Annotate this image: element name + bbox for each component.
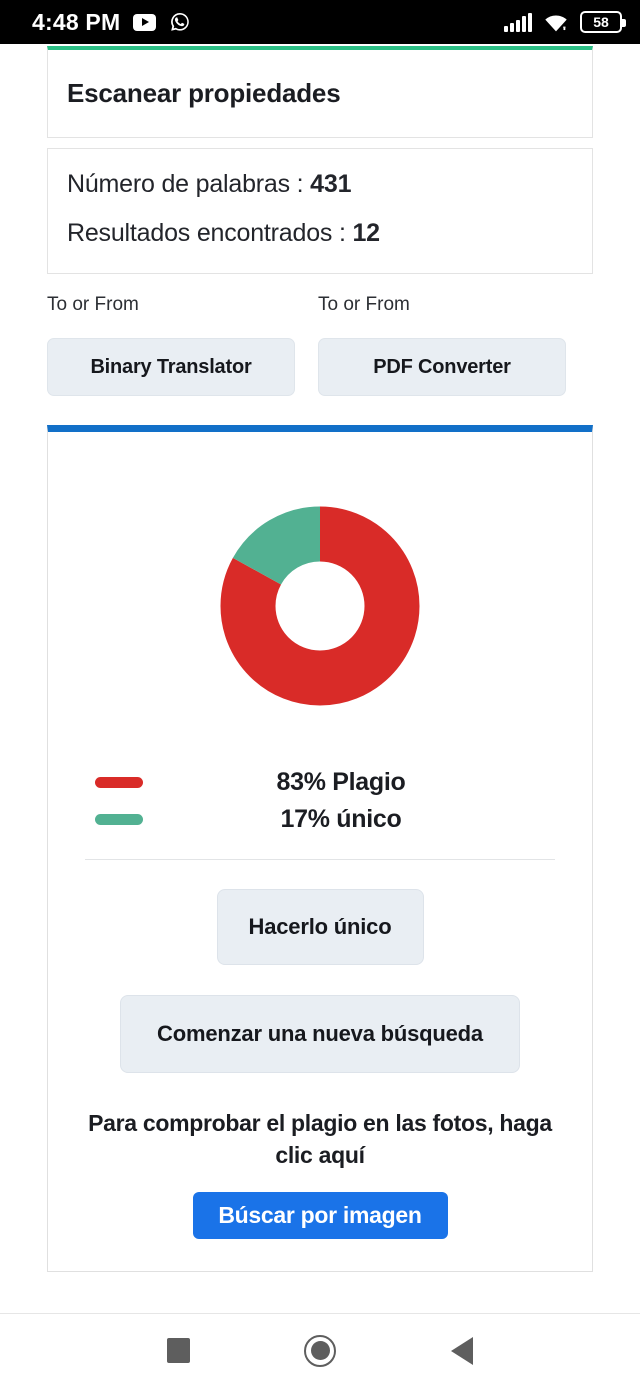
phone-screen: 4:48 PM 58 Escanear propiedades Número d… (0, 0, 640, 1387)
results-found-label: Resultados encontrados : (67, 219, 353, 247)
legend-row-unico: 17% único (73, 805, 567, 834)
legend-row-plagio: 83% Plagio (73, 768, 567, 797)
youtube-icon (133, 13, 157, 31)
page-title: Escanear propiedades (67, 78, 341, 108)
tool-binary-translator: To or From Binary Translator (47, 294, 295, 396)
scan-stats-card: Número de palabras : 431 Resultados enco… (47, 148, 593, 274)
tool-label-pdf: To or From (318, 294, 410, 315)
circle-home-icon[interactable] (304, 1334, 337, 1367)
triangle-back-icon[interactable] (450, 1336, 473, 1365)
tool-pdf-converter: To or From PDF Converter (318, 294, 566, 396)
results-found-value: 12 (352, 219, 380, 247)
square-recents-icon[interactable] (167, 1338, 191, 1363)
status-bar-left: 4:48 PM (32, 9, 191, 36)
scan-properties-card: Escanear propiedades (47, 46, 593, 138)
status-clock: 4:48 PM (32, 8, 121, 35)
tool-label-binary: To or From (47, 294, 139, 315)
results-found-row: Resultados encontrados : 12 (67, 221, 592, 246)
tools-row: To or From Binary Translator To or From … (47, 294, 593, 396)
page-content: Escanear propiedades Número de palabras … (0, 44, 640, 1313)
whatsapp-icon (169, 11, 191, 33)
word-count-label: Número de palabras : (67, 170, 311, 198)
wifi-icon (544, 13, 568, 32)
battery-indicator: 58 (580, 11, 626, 33)
start-new-search-button[interactable]: Comenzar una nueva búsqueda (120, 995, 520, 1073)
plagiarism-donut-chart (220, 506, 420, 706)
signal-bars-icon (504, 12, 532, 32)
legend-label-plagio: 83% Plagio (276, 768, 406, 796)
binary-translator-button[interactable]: Binary Translator (47, 338, 295, 396)
word-count-row: Número de palabras : 431 (67, 172, 592, 197)
legend-divider (85, 859, 555, 860)
plagiarism-result-card: 83% Plagio 17% único Hacerlo único Comen… (47, 425, 593, 1272)
status-bar: 4:48 PM 58 (0, 0, 640, 44)
legend-swatch-plagio (95, 777, 143, 788)
search-by-image-button[interactable]: Búscar por imagen (192, 1192, 448, 1240)
word-count-value: 431 (310, 170, 352, 198)
battery-level-text: 58 (593, 14, 609, 30)
legend-swatch-unico (95, 814, 143, 825)
chart-legend: 83% Plagio 17% único (48, 768, 592, 834)
legend-label-unico: 17% único (280, 805, 402, 833)
status-bar-right: 58 (504, 11, 626, 33)
pdf-converter-button[interactable]: PDF Converter (318, 338, 566, 396)
make-unique-button[interactable]: Hacerlo único (216, 889, 424, 965)
android-navigation-bar (0, 1313, 640, 1387)
photo-plagiarism-prompt: Para comprobar el plagio en las fotos, h… (88, 1110, 552, 1169)
